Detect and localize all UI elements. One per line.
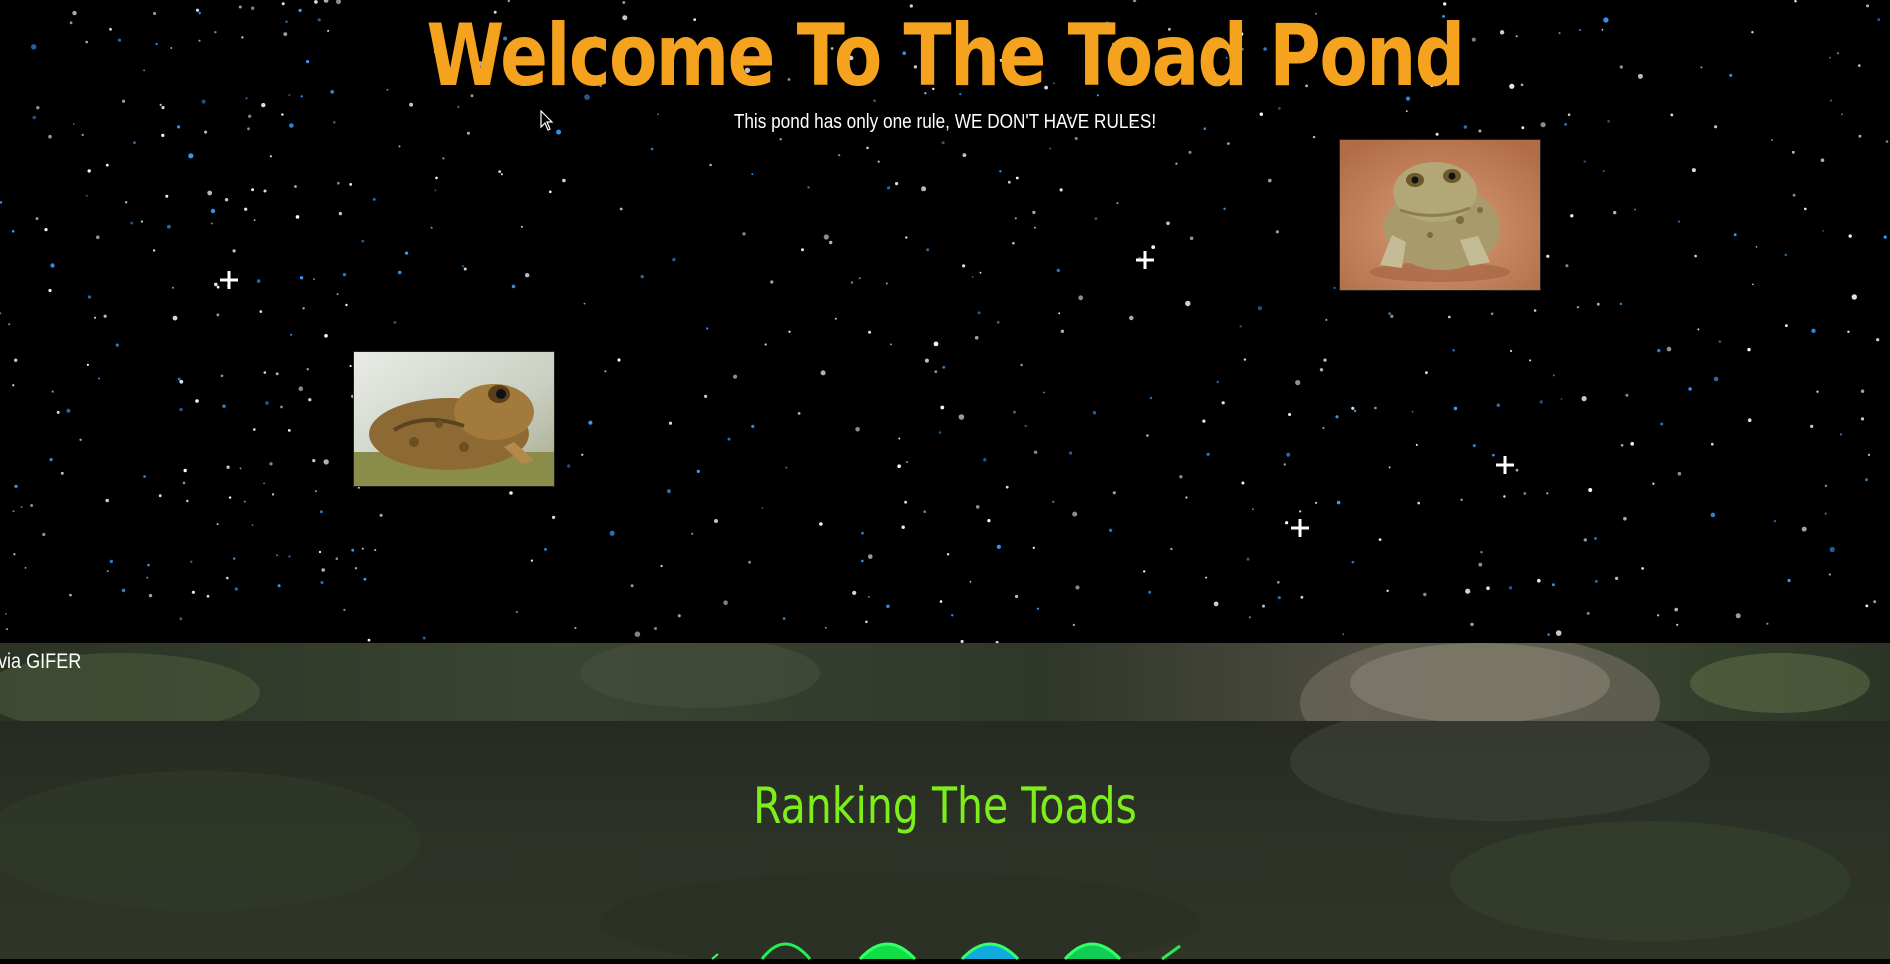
rank-badge-2	[858, 942, 917, 961]
ranking-title: Ranking The Toads	[753, 777, 1137, 835]
toad-image-cane-toad	[353, 351, 555, 487]
ranking-section: Ranking The Toads	[0, 721, 1890, 959]
page-subtitle: This pond has only one rule, WE DON'T HA…	[733, 111, 1157, 133]
toad-image-sitting	[1339, 139, 1541, 291]
rank-badge-3	[960, 942, 1020, 961]
rank-badge-4	[1063, 942, 1122, 961]
mouse-cursor-icon	[540, 110, 554, 131]
rank-badge-1	[760, 942, 812, 960]
gif-credit-link[interactable]: via GIFER	[0, 647, 81, 677]
ranking-badges	[711, 942, 1181, 961]
page-title: Welcome To The Toad Pond	[426, 6, 1465, 106]
gif-banner: via GIFER	[0, 643, 1890, 721]
gif-banner-image	[0, 643, 1870, 721]
